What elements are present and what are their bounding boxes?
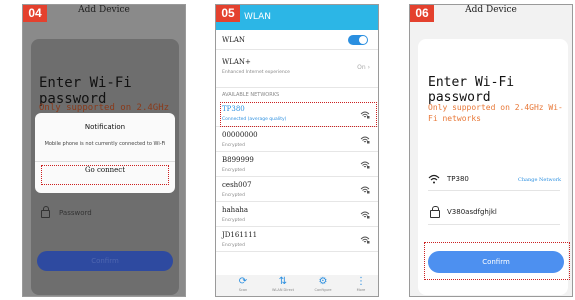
wlan-plus-sub: Enhanced Internet experience [222, 70, 290, 75]
network-row[interactable]: 00000000 Encrypted [216, 127, 378, 152]
divider [428, 224, 560, 225]
wifi-lock-icon [360, 136, 370, 144]
direct-icon: ⇅ [278, 276, 288, 287]
wifi-lock-icon [360, 161, 370, 169]
bottom-nav: ⟳ Scan ⇅ WLAN Direct ⚙ Configure ⋮ More [216, 275, 378, 296]
notification-title: Notification [84, 123, 126, 131]
step-04-panel: 04 Add Device Enter Wi-Fi password Only … [22, 4, 186, 297]
network-ssid: TP380 [447, 175, 469, 183]
network-status: Encrypted [222, 218, 245, 223]
notification-message: Mobile phone is not currently connected … [44, 141, 166, 147]
nav-scan[interactable]: ⟳ Scan [228, 276, 258, 292]
band-note: Only supported on 2.4GHz Wi-Fi networks [428, 103, 563, 123]
chevron-right-icon: › [367, 64, 370, 71]
wlan-plus-label: WLAN+ [222, 58, 251, 66]
page-title: Add Device [465, 5, 517, 15]
step-badge: 04 [23, 5, 47, 22]
page-title: Add Device [78, 5, 130, 15]
step-badge: 05 [216, 5, 240, 22]
network-name: cesh007 [222, 181, 252, 189]
network-row[interactable]: hahaha Encrypted [216, 202, 378, 227]
change-network-link[interactable]: Change Network [518, 177, 561, 183]
section-label: AVAILABLE NETWORKS [222, 92, 280, 98]
network-name: JD161111 [222, 231, 258, 239]
wifi-password-title: Enter Wi-Fi password [428, 75, 515, 105]
wifi-lock-icon [360, 236, 370, 244]
network-row[interactable]: cesh007 Encrypted [216, 177, 378, 202]
network-name: hahaha [222, 206, 249, 214]
lock-icon [41, 206, 50, 218]
divider [428, 190, 560, 191]
divider [35, 161, 175, 162]
selected-network-highlight [220, 102, 377, 127]
network-row[interactable]: B899999 Encrypted [216, 152, 378, 177]
step-05-panel: 05 WLAN WLAN WLAN+ Enhanced Internet exp… [215, 4, 379, 297]
wlan-plus-state: On [357, 64, 366, 71]
more-icon: ⋮ [356, 276, 366, 287]
network-name: 00000000 [222, 131, 258, 139]
nav-configure[interactable]: ⚙ Configure [308, 276, 338, 292]
go-connect-button[interactable]: Go connect [41, 165, 169, 185]
wlan-plus-row[interactable]: WLAN+ Enhanced Internet experience On › [216, 50, 378, 88]
password-field[interactable]: V380asdfghjkl [447, 208, 497, 216]
password-field[interactable]: Password [59, 209, 92, 217]
step-06-panel: 06 Add Device Enter Wi-Fi password Only … [409, 4, 573, 297]
confirm-highlight [424, 242, 570, 280]
network-status: Encrypted [222, 168, 245, 173]
gear-icon: ⚙ [318, 276, 328, 287]
wifi-lock-icon [360, 186, 370, 194]
notification-dialog: Notification Mobile phone is not current… [35, 113, 175, 193]
wlan-toggle[interactable] [348, 35, 368, 45]
network-status: Encrypted [222, 193, 245, 198]
network-name: B899999 [222, 156, 254, 164]
nav-wlan-direct[interactable]: ⇅ WLAN Direct [268, 276, 298, 292]
refresh-icon: ⟳ [238, 276, 248, 287]
wlan-label: WLAN [222, 36, 246, 44]
lock-icon [430, 206, 440, 218]
wifi-icon [428, 174, 440, 187]
step-badge: 06 [410, 5, 434, 22]
network-status: Encrypted [222, 243, 245, 248]
network-status: Encrypted [222, 143, 245, 148]
confirm-button[interactable]: Confirm [37, 251, 173, 271]
nav-more[interactable]: ⋮ More [346, 276, 376, 292]
wifi-lock-icon [360, 211, 370, 219]
wlan-title-bar: WLAN [216, 5, 378, 30]
network-row[interactable]: JD161111 Encrypted [216, 227, 378, 252]
bar-title: WLAN [244, 12, 272, 22]
